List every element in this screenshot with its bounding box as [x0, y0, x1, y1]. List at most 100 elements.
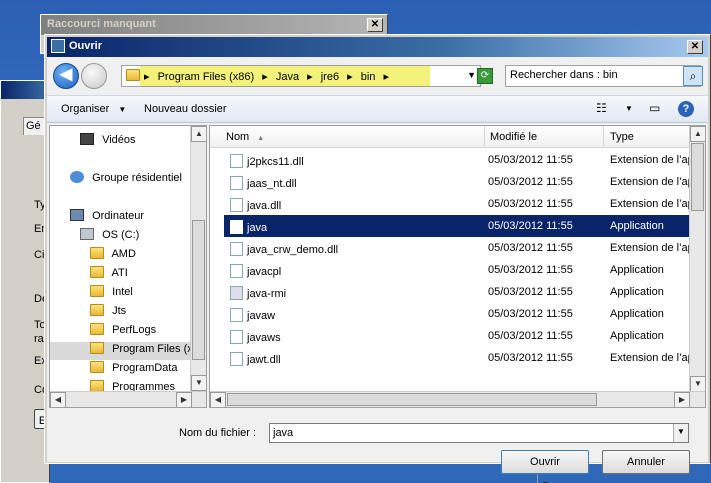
file-row[interactable]: javaw 05/03/2012 11:55 Application	[224, 303, 690, 325]
cancel-button[interactable]: Annuler	[602, 450, 690, 474]
new-folder-button[interactable]: Nouveau dossier	[144, 103, 227, 115]
computer-icon	[70, 209, 84, 221]
file-horizontal-scrollbar[interactable]: ◀ ▶	[210, 391, 705, 407]
console-app-icon	[230, 286, 243, 300]
file-row[interactable]: java-rmi 05/03/2012 11:55 Application	[224, 281, 690, 303]
column-modified-header[interactable]: Modifié le	[490, 131, 537, 143]
refresh-button[interactable]: ⟳	[477, 68, 493, 84]
column-type-header[interactable]: Type	[610, 131, 634, 143]
file-row[interactable]: javacpl 05/03/2012 11:55 Application	[224, 259, 690, 281]
search-input[interactable]: Rechercher dans : bin	[505, 65, 701, 87]
open-dialog-titlebar: Ouvrir	[47, 37, 708, 57]
file-row[interactable]: javaws 05/03/2012 11:55 Application	[224, 325, 690, 347]
raccourci-close-button[interactable]: ✕	[367, 18, 383, 32]
breadcrumb-separator[interactable]: ▸	[383, 71, 389, 83]
preview-pane-icon[interactable]: ▭	[649, 101, 660, 115]
open-dialog-close-button[interactable]: ✕	[687, 40, 703, 54]
open-button[interactable]: Ouvrir ▼	[501, 450, 589, 483]
nav-item-folder[interactable]: ProgramData	[90, 361, 177, 379]
view-options-icon[interactable]: ☷	[596, 101, 607, 115]
dialog-body: ◀ ▸ Program Files (x86) ▸ Java ▸ jre6 ▸ …	[47, 57, 708, 483]
scroll-down-icon[interactable]: ▼	[690, 376, 705, 392]
dll-file-icon	[230, 352, 243, 366]
address-bar[interactable]: ▸ Program Files (x86) ▸ Java ▸ jre6 ▸ bi…	[121, 65, 481, 87]
app-icon	[51, 39, 65, 53]
file-scroll-thumb[interactable]	[691, 143, 704, 211]
file-modified: 05/03/2012 11:55	[488, 198, 573, 210]
breadcrumb-separator[interactable]: ▸	[307, 71, 313, 83]
file-row[interactable]: jaas_nt.dll 05/03/2012 11:55 Extension d…	[224, 171, 700, 193]
back-button[interactable]: ◀	[53, 63, 79, 89]
nav-item-videos[interactable]: Vidéos	[80, 133, 136, 151]
nav-item-drive-c[interactable]: OS (C:)	[80, 228, 139, 246]
dll-file-icon	[230, 198, 243, 212]
chevron-down-icon[interactable]: ▼	[625, 104, 633, 113]
file-row[interactable]: java_crw_demo.dll 05/03/2012 11:55 Exten…	[224, 237, 700, 259]
nav-item-homegroup[interactable]: Groupe résidentiel	[70, 171, 182, 189]
file-row[interactable]: j2pkcs11.dll 05/03/2012 11:55 Extension …	[224, 149, 700, 171]
column-name-header[interactable]: Nom ▲	[226, 131, 264, 143]
scroll-right-icon[interactable]: ▶	[176, 392, 192, 407]
file-type: Application	[610, 220, 664, 232]
breadcrumb-separator[interactable]: ▸	[262, 71, 268, 83]
file-row[interactable]: java.dll 05/03/2012 11:55 Extension de l…	[224, 193, 700, 215]
java-app-icon	[230, 264, 243, 278]
java-app-icon	[230, 220, 243, 234]
column-separator[interactable]	[484, 126, 485, 148]
nav-item-folder[interactable]: Jts	[90, 304, 126, 322]
file-modified: 05/03/2012 11:55	[488, 242, 573, 254]
column-separator[interactable]	[603, 126, 604, 148]
scroll-down-icon[interactable]: ▼	[191, 375, 206, 391]
file-type: Extension de l’app	[610, 176, 700, 188]
file-type: Extension de l’app	[610, 154, 700, 166]
nav-item-folder[interactable]: AMD	[90, 247, 136, 265]
chevron-down-icon[interactable]: ▼	[537, 474, 553, 483]
file-hscroll-thumb[interactable]	[227, 393, 597, 406]
forward-button[interactable]	[81, 63, 107, 89]
chevron-down-icon[interactable]: ▼	[673, 424, 688, 442]
scroll-up-icon[interactable]: ▲	[690, 126, 705, 142]
open-file-dialog: Ouvrir ✕ ◀ ▸ Program Files (x86) ▸ Java …	[44, 34, 711, 483]
search-icon[interactable]: ⌕	[683, 66, 703, 86]
breadcrumb-item[interactable]: bin	[361, 71, 376, 83]
refresh-icon: ⟳	[480, 70, 490, 81]
nav-horizontal-scrollbar[interactable]: ◀ ▶	[50, 391, 206, 407]
file-name: java_crw_demo.dll	[230, 242, 338, 256]
breadcrumb-item[interactable]: Program Files (x86)	[158, 71, 255, 83]
scroll-up-icon[interactable]: ▲	[191, 126, 206, 142]
nav-item-computer[interactable]: Ordinateur	[70, 209, 144, 227]
folder-icon	[90, 285, 104, 297]
file-row-selected[interactable]: java 05/03/2012 11:55 Application	[224, 215, 690, 237]
breadcrumb-separator[interactable]: ▸	[347, 71, 353, 83]
nav-item-folder[interactable]: PerfLogs	[90, 323, 156, 341]
filename-label: Nom du fichier :	[179, 427, 257, 439]
file-row[interactable]: jawt.dll 05/03/2012 11:55 Extension de l…	[224, 347, 700, 369]
command-toolbar: Organiser ▼ Nouveau dossier ☷ ▼ ▭ ?	[47, 95, 708, 123]
open-button-label: Ouvrir	[530, 456, 560, 468]
scroll-left-icon[interactable]: ◀	[50, 392, 66, 407]
file-modified: 05/03/2012 11:55	[488, 176, 573, 188]
breadcrumb-item[interactable]: Java	[276, 71, 299, 83]
back-arrow-icon: ◀	[59, 66, 73, 83]
scroll-right-icon[interactable]: ▶	[674, 392, 690, 407]
nav-item-label: OS (C:)	[102, 229, 140, 241]
scroll-left-icon[interactable]: ◀	[210, 392, 226, 407]
nav-item-folder[interactable]: Intel	[90, 285, 133, 303]
breadcrumb-item[interactable]: jre6	[321, 71, 339, 83]
chevron-down-icon[interactable]: ▼	[467, 70, 476, 80]
navigation-pane: Vidéos Groupe résidentiel Ordinateur OS …	[49, 125, 207, 408]
nav-scroll-thumb[interactable]	[192, 220, 205, 360]
nav-item-label: ATI	[111, 267, 128, 279]
nav-item-folder[interactable]: ATI	[90, 266, 128, 284]
file-vertical-scrollbar[interactable]: ▲ ▼	[689, 126, 705, 392]
open-dialog-title: Ouvrir	[69, 40, 103, 52]
organize-button[interactable]: Organiser ▼	[61, 103, 126, 115]
file-type: Application	[610, 308, 664, 320]
file-name: java-rmi	[230, 286, 286, 300]
nav-vertical-scrollbar[interactable]: ▲ ▼	[190, 126, 206, 407]
help-icon[interactable]: ?	[678, 101, 694, 117]
background-window-titlebar	[1, 81, 49, 99]
filename-input[interactable]: java	[269, 423, 689, 443]
nav-item-program-files-x86[interactable]: Program Files (x86)	[50, 342, 206, 360]
folder-icon	[90, 323, 104, 335]
